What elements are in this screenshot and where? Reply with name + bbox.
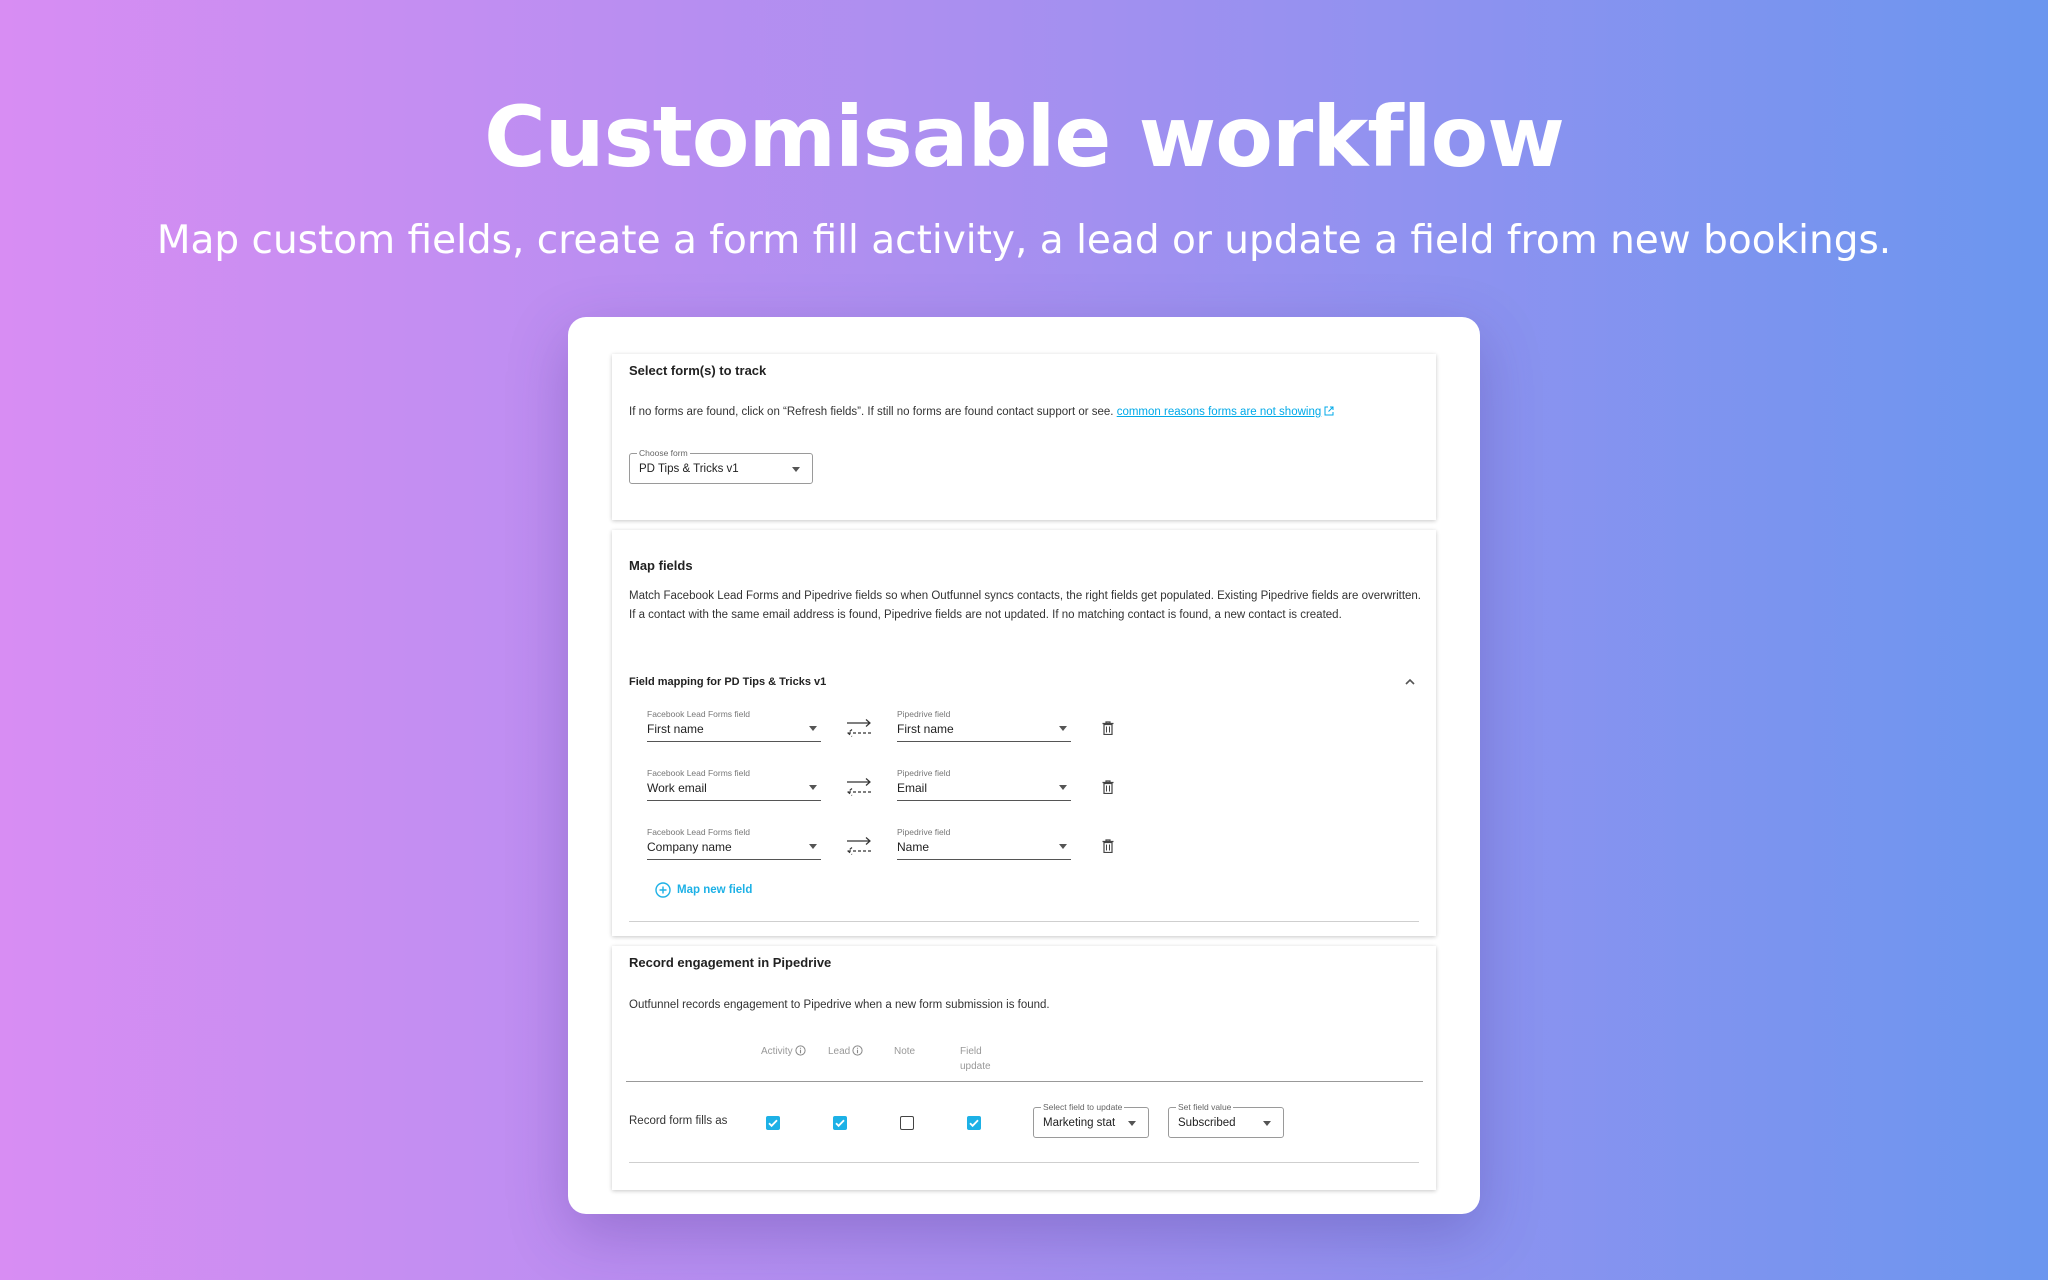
select-field-to-update[interactable]: Select field to update Marketing stat [1033,1101,1149,1138]
pipedrive-field-label: Pipedrive field [897,827,951,837]
hero-subtitle: Map custom fields, create a form fill ac… [156,218,1892,263]
select-field-to-update-value: Marketing stat [1043,1116,1116,1129]
check-icon [969,1119,979,1128]
column-field-update-line2: update [960,1061,991,1072]
column-activity: Activity [761,1044,806,1059]
dropdown-caret-icon [809,844,817,849]
facebook-field-select-3[interactable]: Facebook Lead Forms field Company name [647,825,821,860]
map-fields-card: Map fields Match Facebook Lead Forms and… [612,530,1436,936]
info-icon[interactable] [852,1045,863,1056]
record-engagement-title: Record engagement in Pipedrive [629,955,832,970]
facebook-field-value: Work email [647,781,707,795]
dropdown-caret-icon [809,785,817,790]
trash-icon[interactable] [1102,839,1114,853]
pipedrive-field-select-2[interactable]: Pipedrive field Email [897,766,1071,801]
choose-form-value: PD Tips & Tricks v1 [639,462,739,475]
facebook-field-select-2[interactable]: Facebook Lead Forms field Work email [647,766,821,801]
set-field-value-value: Subscribed [1178,1116,1236,1129]
field-update-checkbox[interactable] [967,1116,981,1130]
check-icon [835,1119,845,1128]
facebook-field-label: Facebook Lead Forms field [647,768,750,778]
map-new-field-label: Map new field [677,884,753,896]
select-field-to-update-label: Select field to update [1041,1101,1125,1113]
dropdown-caret-icon [1059,726,1067,731]
pipedrive-field-value: Email [897,781,928,795]
dropdown-caret-icon [1059,785,1067,790]
column-field-update: Field update [960,1044,991,1074]
dropdown-caret-icon [1263,1121,1271,1126]
row-divider [629,1162,1419,1163]
swap-arrows-icon [847,719,871,737]
select-forms-card: Select form(s) to track If no forms are … [612,354,1436,520]
dropdown-caret-icon [809,726,817,731]
activity-checkbox[interactable] [766,1116,780,1130]
pipedrive-field-value: First name [897,722,954,736]
column-lead: Lead [828,1044,863,1059]
facebook-field-label: Facebook Lead Forms field [647,709,750,719]
choose-form-select[interactable]: Choose form PD Tips & Tricks v1 [629,447,813,484]
map-fields-description: Match Facebook Lead Forms and Pipedrive … [629,590,1422,621]
set-field-value-select[interactable]: Set field value Subscribed [1168,1101,1284,1138]
record-engagement-card: Record engagement in Pipedrive Outfunnel… [612,946,1436,1190]
select-forms-description: If no forms are found, click on “Refresh… [629,403,1334,422]
swap-arrows-icon [847,778,871,796]
pipedrive-field-label: Pipedrive field [897,768,951,778]
chevron-up-icon[interactable] [1404,677,1416,687]
pipedrive-field-value: Name [897,840,930,854]
add-circle-icon [655,882,671,898]
column-lead-label: Lead [828,1046,851,1057]
facebook-field-select-1[interactable]: Facebook Lead Forms field First name [647,707,821,742]
check-icon [768,1119,778,1128]
header-divider [626,1081,1423,1082]
dropdown-caret-icon [792,467,800,472]
hero-title: Customisable workflow [484,88,1565,186]
column-note: Note [894,1046,916,1057]
column-activity-label: Activity [761,1046,793,1057]
facebook-field-value: First name [647,722,704,736]
swap-arrows-icon [847,837,871,855]
common-reasons-link[interactable]: common reasons forms are not showing [1117,406,1322,418]
lead-checkbox[interactable] [833,1116,847,1130]
choose-form-label: Choose form [637,447,690,459]
pipedrive-field-select-1[interactable]: Pipedrive field First name [897,707,1071,742]
note-checkbox[interactable] [900,1116,914,1130]
trash-icon[interactable] [1102,721,1114,735]
info-icon[interactable] [795,1045,806,1056]
field-mapping-header: Field mapping for PD Tips & Tricks v1 [629,676,827,688]
select-forms-title: Select form(s) to track [629,363,767,378]
facebook-field-value: Company name [647,840,732,854]
record-engagement-description: Outfunnel records engagement to Pipedriv… [629,999,1050,1011]
set-field-value-label: Set field value [1176,1101,1234,1113]
map-fields-title: Map fields [629,558,693,573]
pipedrive-field-label: Pipedrive field [897,709,951,719]
select-forms-help-text: If no forms are found, click on “Refresh… [629,406,1114,418]
external-link-icon [1324,406,1334,416]
map-new-field-button[interactable]: Map new field [655,882,752,898]
dropdown-caret-icon [1128,1121,1136,1126]
divider [629,921,1419,922]
column-field-update-line1: Field [960,1046,982,1057]
facebook-field-label: Facebook Lead Forms field [647,827,750,837]
dropdown-caret-icon [1059,844,1067,849]
trash-icon[interactable] [1102,780,1114,794]
pipedrive-field-select-3[interactable]: Pipedrive field Name [897,825,1071,860]
record-form-fills-label: Record form fills as [629,1115,728,1127]
